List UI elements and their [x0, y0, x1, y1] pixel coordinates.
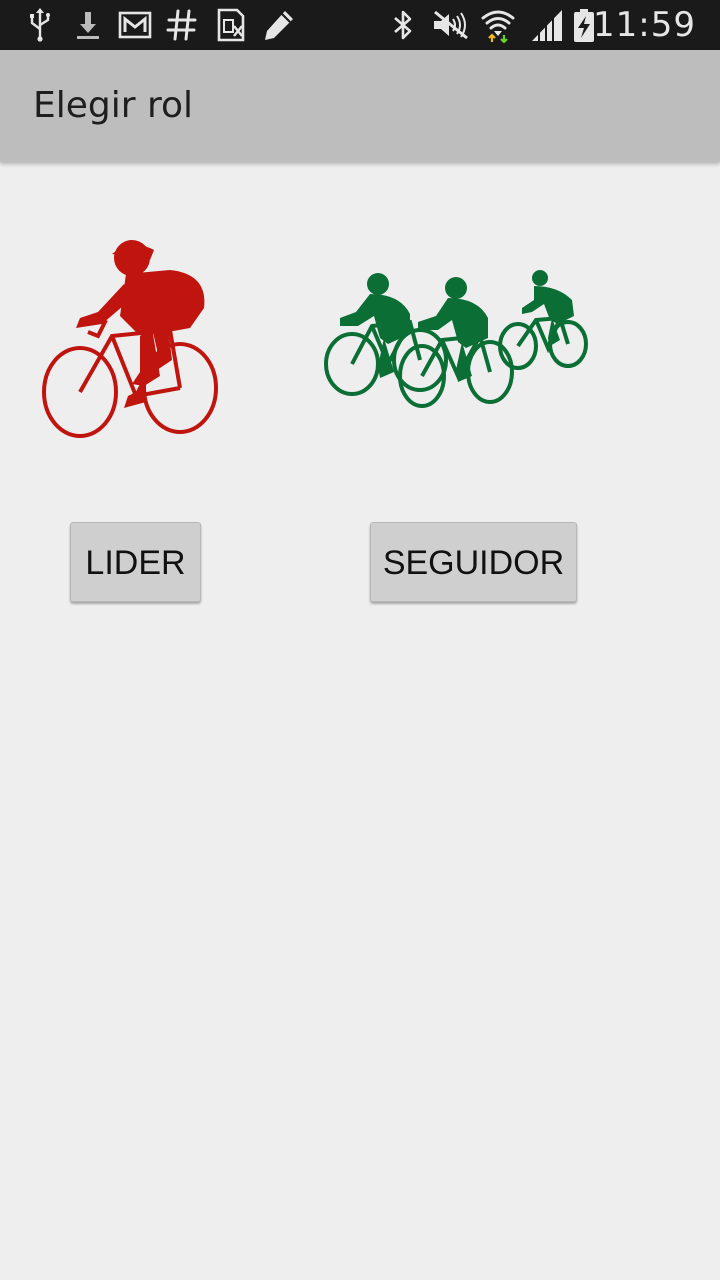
mute-icon	[431, 7, 468, 43]
gmail-icon	[117, 7, 153, 43]
status-bar: 11:59	[0, 0, 720, 50]
group-cyclists-icon[interactable]	[322, 268, 590, 410]
lider-button[interactable]: LIDER	[70, 522, 201, 602]
seguidor-button[interactable]: SEGUIDOR	[370, 522, 577, 602]
usb-icon	[22, 7, 58, 43]
bluetooth-icon	[385, 7, 421, 43]
download-icon	[70, 7, 106, 43]
status-time: 11:59	[593, 5, 696, 45]
pencil-icon	[261, 7, 297, 43]
page-title: Elegir rol	[33, 85, 194, 126]
sim-icon	[213, 7, 249, 43]
wifi-icon	[480, 7, 516, 43]
signal-icon	[528, 7, 564, 43]
single-cyclist-icon[interactable]	[40, 236, 222, 442]
action-bar: Elegir rol	[0, 50, 720, 162]
hash-icon	[164, 7, 200, 43]
